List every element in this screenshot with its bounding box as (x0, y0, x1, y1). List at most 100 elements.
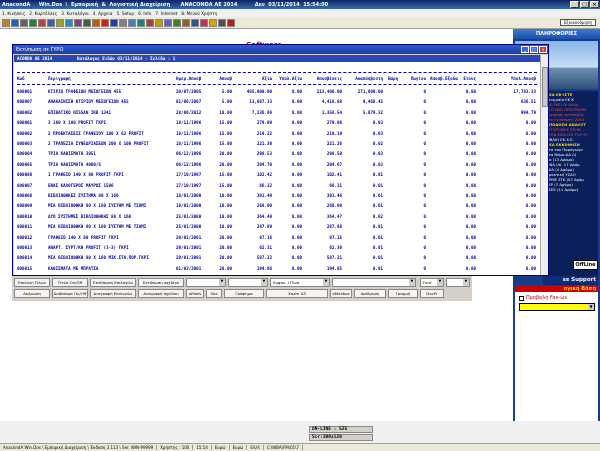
table-cell: 1 ΓΡΑΦΕΙΟ 140 Χ 80 PROFIT ΓΚΡΙ (48, 172, 124, 178)
option-select-3[interactable]: ▼ (332, 278, 416, 287)
menu-item-user-menu[interactable]: 8. Μενού Χρήστη (181, 11, 217, 16)
title-toggle-button[interactable]: Τίτλο On/Off (52, 278, 88, 287)
money-icon[interactable] (92, 18, 100, 27)
option-select-2[interactable]: ▼ (228, 278, 268, 287)
report-sheet[interactable]: ACONDA AE 2014 Κατάλογος Ειδών 03/11/201… (14, 55, 540, 275)
chevron-down-icon[interactable]: ▼ (588, 304, 594, 310)
lock-icon[interactable] (218, 18, 226, 27)
menu-item-files[interactable]: 4. Αρχεία (93, 11, 113, 16)
delete-design-button[interactable]: Διαγραφή σχεδίου (138, 289, 184, 298)
line-button[interactable]: Γραμμή (388, 289, 418, 298)
fax-select[interactable]: ▼ (519, 303, 595, 311)
chevron-down-icon[interactable]: ▼ (409, 279, 415, 286)
checkbox-box[interactable] (519, 295, 524, 301)
chevron-down-icon[interactable]: ▼ (261, 279, 267, 286)
menu-item-cards[interactable]: 2. Καρτέλλες (29, 11, 57, 16)
print-icon[interactable] (20, 18, 28, 27)
menu-item-info[interactable]: 6. Info (138, 11, 151, 16)
table-cell: 000002 (17, 130, 33, 136)
table-cell: 0.00 (525, 224, 536, 230)
exit-icon[interactable] (227, 18, 235, 27)
table-cell: 15.00 (219, 120, 232, 126)
chart-icon[interactable] (47, 18, 55, 27)
calendar-icon[interactable] (128, 18, 136, 27)
note-icon[interactable] (164, 18, 172, 27)
table-cell: 10.00 (219, 193, 232, 198)
table-cell: 0.00 (291, 120, 302, 126)
display-select[interactable]: Εμφαν. / Πίνα ▼ (270, 278, 330, 287)
star-icon[interactable] (209, 18, 217, 27)
read-toggle-button[interactable]: Διάβασμα On/Off (52, 289, 88, 298)
stop-icon[interactable] (101, 18, 109, 27)
delete-selections-button[interactable]: Διαγραφή Επιλογών (90, 289, 136, 298)
report-icon[interactable] (200, 18, 208, 27)
fax-checkbox[interactable]: Προβολή Fax-ων (519, 295, 567, 301)
size-select[interactable]: ▼ (446, 278, 470, 287)
table-cell: 0.00 (465, 265, 476, 271)
menu-item-catalogs[interactable]: 3. Καταλόγοι (61, 11, 89, 16)
close-button[interactable]: × (539, 46, 547, 53)
help-icon[interactable] (110, 18, 118, 27)
table-cell: 15.00 (219, 130, 232, 136)
table-cell: 587.22 (256, 255, 272, 261)
vertical-scrollbar[interactable] (540, 55, 548, 275)
font-select[interactable]: Font ▼ (420, 278, 444, 287)
menu-item-movements[interactable]: 1. Κινήσεις (2, 11, 25, 16)
table-cell: 485,000.00 (246, 89, 272, 94)
chevron-down-icon[interactable]: ▼ (323, 279, 329, 286)
folder-icon[interactable] (2, 18, 10, 27)
table-cell: 06/12/1996 (176, 161, 202, 167)
phone-icon[interactable] (146, 18, 154, 27)
offline-status: OffLine (573, 260, 598, 270)
numbering-button[interactable]: Αρίθμηση (354, 289, 386, 298)
chevron-down-icon[interactable]: ▼ (437, 279, 443, 286)
select-all-button[interactable]: Επιλογή Όλων (14, 278, 50, 287)
book-icon[interactable] (74, 18, 82, 27)
exit-button[interactable]: Εξοικονόμηση (560, 19, 596, 26)
scrollbar-thumb[interactable] (542, 67, 548, 107)
news-item[interactable]: ΑΣΕΕ (11 Δρόμο) (546, 187, 597, 192)
table-cell: 221.30 (256, 141, 272, 146)
table-cell: 0 (423, 109, 426, 115)
table-cell: 13,887.33 (249, 99, 272, 105)
table-cell: 0.00 (525, 255, 536, 261)
search-icon[interactable] (173, 18, 181, 27)
emails-button[interactable]: eMails (186, 289, 204, 298)
table-cell: 2 ΤΡΑΠΕΖΙΑ ΣΥΝΕΔΡΙΑΣΕΩΝ 200 Χ 100 PROFIT (48, 141, 149, 146)
minimize-button[interactable]: _ (521, 46, 529, 53)
bell-icon[interactable] (155, 18, 163, 27)
chevron-down-icon[interactable]: ▼ (219, 279, 225, 286)
maximize-button[interactable]: □ (580, 1, 589, 8)
print-design-button[interactable]: Εκτύπωση σχεδίου (138, 278, 184, 287)
save-icon[interactable] (11, 18, 19, 27)
print-preview-window: Εκτύπωση σε ΓΥΡΟ _ □ × ACONDA AE 2014 Κα… (12, 44, 549, 276)
menu-item-internet[interactable]: 7. Internet (155, 11, 177, 16)
support-banner[interactable]: ss Support (543, 276, 598, 284)
globe-icon[interactable] (65, 18, 73, 27)
close-button[interactable]: × (590, 1, 599, 8)
user-icon[interactable] (38, 18, 46, 27)
minimize-button[interactable]: _ (570, 1, 579, 8)
sex-button[interactable]: Sex (206, 289, 222, 298)
database-icon[interactable] (191, 18, 199, 27)
mail-icon[interactable] (56, 18, 64, 27)
list-icon[interactable] (83, 18, 91, 27)
menu-item-setup[interactable]: 5. Setup (117, 11, 135, 16)
chart-button[interactable]: Γράφημα (224, 289, 264, 298)
table-cell: 000014 (17, 255, 33, 261)
tools-icon[interactable] (182, 18, 190, 27)
settings-icon[interactable] (119, 18, 127, 27)
table-cell: 0.00 (465, 182, 476, 188)
chevron-down-icon[interactable]: ▼ (463, 279, 469, 286)
cancel-button[interactable]: Ακύρωση (14, 289, 50, 298)
emailbox-button[interactable]: eMailbox (330, 289, 352, 298)
grid-icon[interactable] (137, 18, 145, 27)
table-cell: 01/06/2007 (176, 99, 202, 105)
docpr-button[interactable]: DocPr (420, 289, 444, 298)
print-selections-button[interactable]: Εκτύπωση Επιλογών (90, 278, 136, 287)
paper-a3-button[interactable]: Χαρτί Α3 (266, 289, 328, 298)
option-select-1[interactable]: ▼ (186, 278, 226, 287)
calculator-icon[interactable] (29, 18, 37, 27)
maximize-button[interactable]: □ (530, 46, 538, 53)
table-cell: 87.16 (259, 234, 272, 240)
